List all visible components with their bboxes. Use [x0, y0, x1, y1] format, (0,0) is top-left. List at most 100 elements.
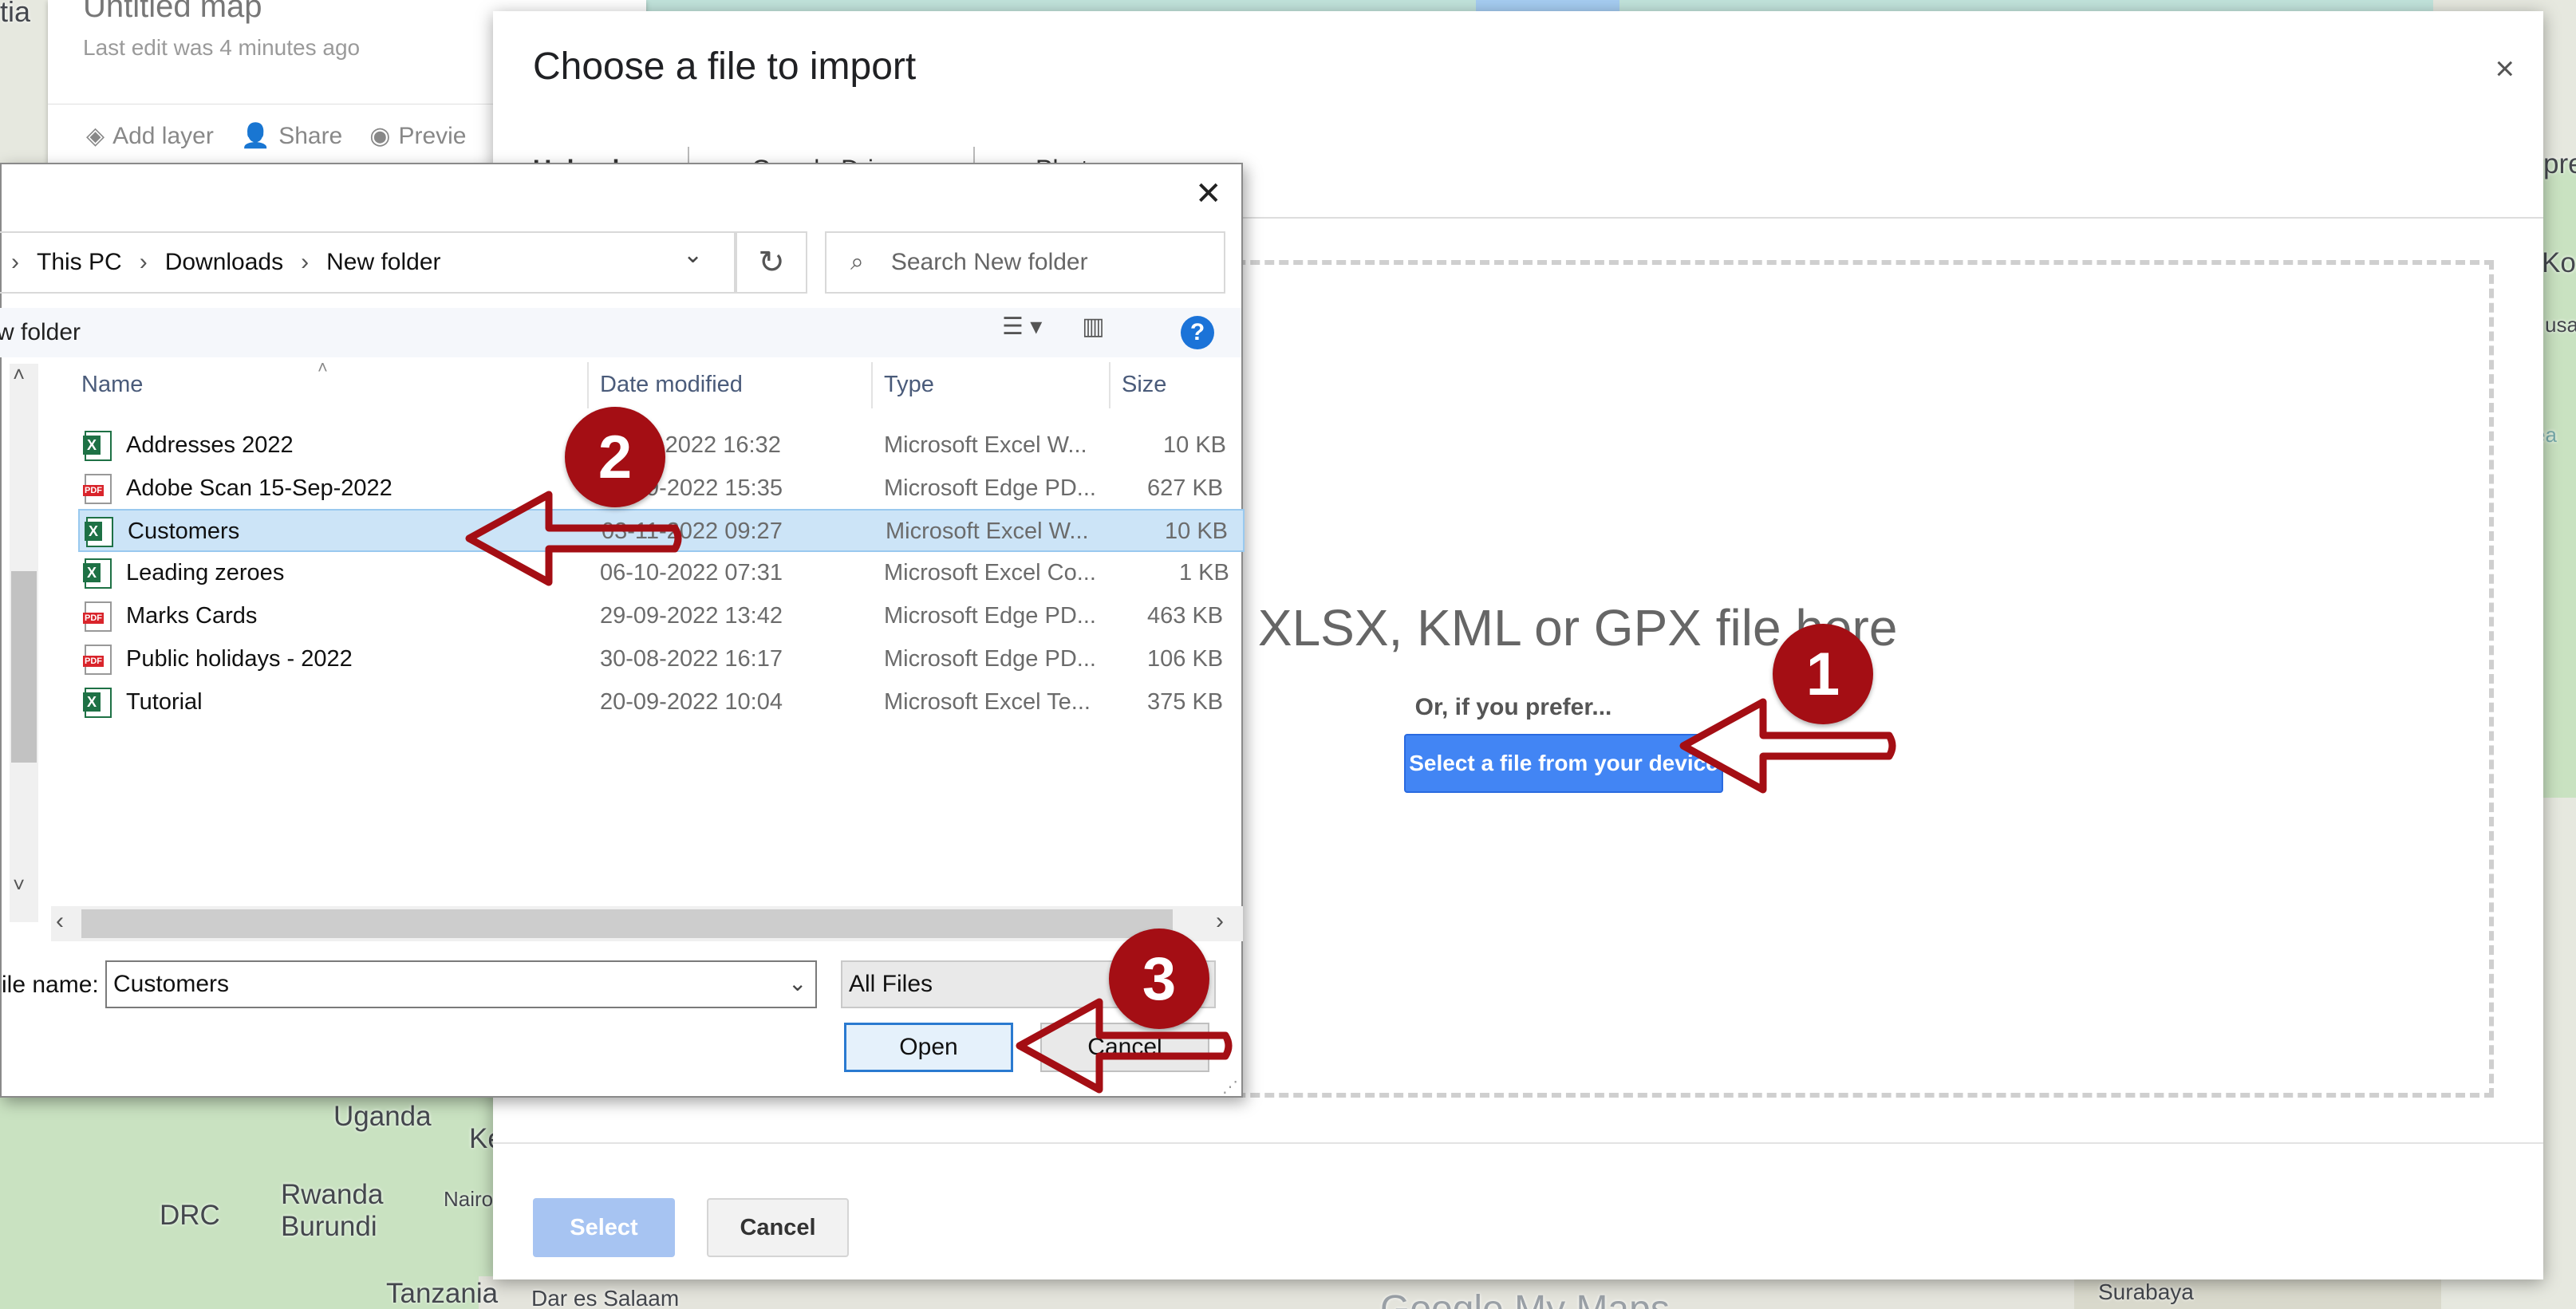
- layers-icon: ◈: [86, 123, 105, 149]
- file-size: 106 KB: [1147, 646, 1224, 672]
- column-divider: [871, 362, 873, 408]
- file-row[interactable]: Public holidays - 2022 30-08-2022 16:17 …: [78, 638, 1245, 681]
- breadcrumb-this-pc[interactable]: This PC: [37, 249, 122, 276]
- scroll-left-icon[interactable]: ‹: [56, 908, 64, 935]
- file-type: Microsoft Edge PD...: [884, 646, 1096, 672]
- file-type: Microsoft Excel Co...: [884, 560, 1096, 586]
- search-placeholder: Search New folder: [890, 249, 1088, 275]
- column-date-modified[interactable]: Date modified: [600, 372, 743, 398]
- open-button[interactable]: Open: [844, 1023, 1013, 1072]
- scroll-up-icon[interactable]: ˄: [13, 362, 25, 387]
- pdf-icon: [83, 601, 112, 632]
- share-button[interactable]: 👤 Share: [241, 122, 342, 150]
- file-row[interactable]: Tutorial 20-09-2022 10:04 Microsoft Exce…: [78, 681, 1245, 724]
- add-person-icon: 👤: [240, 123, 271, 149]
- map-label: tia: [0, 0, 31, 28]
- close-icon[interactable]: ✕: [1195, 175, 1222, 212]
- close-icon[interactable]: ×: [2495, 49, 2515, 88]
- chevron-down-icon[interactable]: ⌄: [683, 241, 703, 269]
- new-folder-button[interactable]: w folder: [0, 319, 81, 346]
- pdf-icon: [83, 474, 112, 504]
- map-label: Dar es Salaam: [531, 1286, 680, 1309]
- list-view-icon[interactable]: ☰ ▾: [1002, 313, 1042, 341]
- add-layer-button[interactable]: ◈ Add layer: [86, 122, 214, 150]
- file-name: Addresses 2022: [126, 432, 294, 458]
- breadcrumb-new-folder[interactable]: New folder: [326, 249, 440, 276]
- refresh-icon[interactable]: ↻: [736, 231, 807, 294]
- column-type[interactable]: Type: [884, 372, 934, 398]
- map-label: DRC: [160, 1200, 220, 1231]
- file-name-label: ile name:: [2, 972, 99, 998]
- chevron-right-icon: ›: [11, 249, 19, 275]
- file-size: 463 KB: [1147, 603, 1224, 629]
- column-divider: [587, 362, 589, 408]
- scroll-right-icon[interactable]: ›: [1216, 908, 1224, 935]
- file-name: Public holidays - 2022: [126, 646, 353, 672]
- nav-scrollbar-thumb[interactable]: [11, 571, 37, 763]
- search-icon: ⌕: [850, 249, 864, 275]
- map-label: Kor: [2542, 247, 2576, 278]
- dialog-title: Choose a file to import: [533, 45, 917, 88]
- select-button[interactable]: Select: [533, 1198, 675, 1257]
- chevron-right-icon: ›: [139, 249, 148, 275]
- scroll-down-icon[interactable]: ˅: [13, 873, 25, 897]
- map-label: Rwanda: [281, 1179, 384, 1210]
- address-bar[interactable]: › This PC › Downloads › New folder: [0, 231, 736, 294]
- file-size: 1 KB: [1179, 560, 1229, 586]
- breadcrumb-downloads[interactable]: Downloads: [165, 249, 283, 276]
- column-headers: Name ˄ Date modified Type Size: [81, 357, 1245, 408]
- map-label: usa: [2545, 313, 2576, 337]
- file-date: 30-08-2022 16:17: [600, 646, 783, 672]
- horizontal-scrollbar-thumb[interactable]: [81, 909, 1173, 938]
- file-name: Tutorial: [126, 689, 203, 715]
- file-name: Adobe Scan 15-Sep-2022: [126, 475, 393, 501]
- file-name: Marks Cards: [126, 603, 258, 629]
- eye-icon: ◉: [369, 123, 391, 149]
- file-open-dialog: ✕ › This PC › Downloads › New folder ⌄ ↻…: [0, 163, 1245, 1098]
- arrow-left-icon: [1016, 998, 1233, 1094]
- file-size: 375 KB: [1147, 689, 1224, 715]
- file-size: 10 KB: [1165, 518, 1228, 544]
- google-logo: Google My Maps: [1380, 1287, 1670, 1309]
- map-label: Burundi: [281, 1211, 377, 1242]
- file-size: 10 KB: [1163, 432, 1226, 458]
- arrow-left-icon: [465, 491, 682, 586]
- view-options: ☰ ▾ ▥: [1002, 313, 1105, 341]
- chevron-down-icon[interactable]: ⌄: [788, 970, 807, 996]
- file-type: Microsoft Excel W...: [884, 432, 1087, 458]
- map-title[interactable]: Untitled map: [83, 0, 262, 25]
- file-type: Microsoft Edge PD...: [884, 603, 1096, 629]
- file-type: Microsoft Edge PD...: [884, 475, 1096, 501]
- file-row[interactable]: Marks Cards 29-09-2022 13:42 Microsoft E…: [78, 595, 1245, 638]
- column-size[interactable]: Size: [1122, 372, 1166, 398]
- column-divider: [1109, 362, 1110, 408]
- map-label: Surabaya: [2098, 1279, 2194, 1304]
- search-input[interactable]: ⌕ Search New folder: [825, 231, 1225, 294]
- arrow-left-icon: [1679, 698, 1896, 794]
- preview-pane-icon[interactable]: ▥: [1082, 313, 1104, 341]
- pdf-icon: [83, 645, 112, 675]
- excel-icon: [85, 517, 113, 547]
- column-name[interactable]: Name: [81, 372, 143, 398]
- last-edit-text: Last edit was 4 minutes ago: [83, 35, 361, 60]
- file-date: 20-09-2022 10:04: [600, 689, 783, 715]
- dialog-footer: Select Cancel: [493, 1142, 2543, 1279]
- chevron-right-icon: ›: [301, 249, 310, 275]
- excel-icon: [83, 431, 112, 461]
- file-name: Customers: [128, 518, 240, 544]
- map-label: Tanzania: [386, 1278, 499, 1309]
- file-type: Microsoft Excel Te...: [884, 689, 1091, 715]
- map-label: Uganda: [333, 1101, 432, 1132]
- excel-icon: [83, 688, 112, 718]
- map-label: pre: [2543, 148, 2576, 179]
- file-name-input[interactable]: Customers: [105, 960, 817, 1008]
- file-type: Microsoft Excel W...: [886, 518, 1089, 544]
- sort-up-icon: ˄: [318, 357, 328, 377]
- cancel-button[interactable]: Cancel: [707, 1198, 849, 1257]
- excel-icon: [83, 558, 112, 589]
- file-date: 29-09-2022 13:42: [600, 603, 783, 629]
- file-size: 627 KB: [1147, 475, 1224, 501]
- preview-button[interactable]: ◉ Previe: [369, 122, 466, 150]
- help-icon[interactable]: ?: [1181, 316, 1214, 349]
- file-name: Leading zeroes: [126, 560, 285, 586]
